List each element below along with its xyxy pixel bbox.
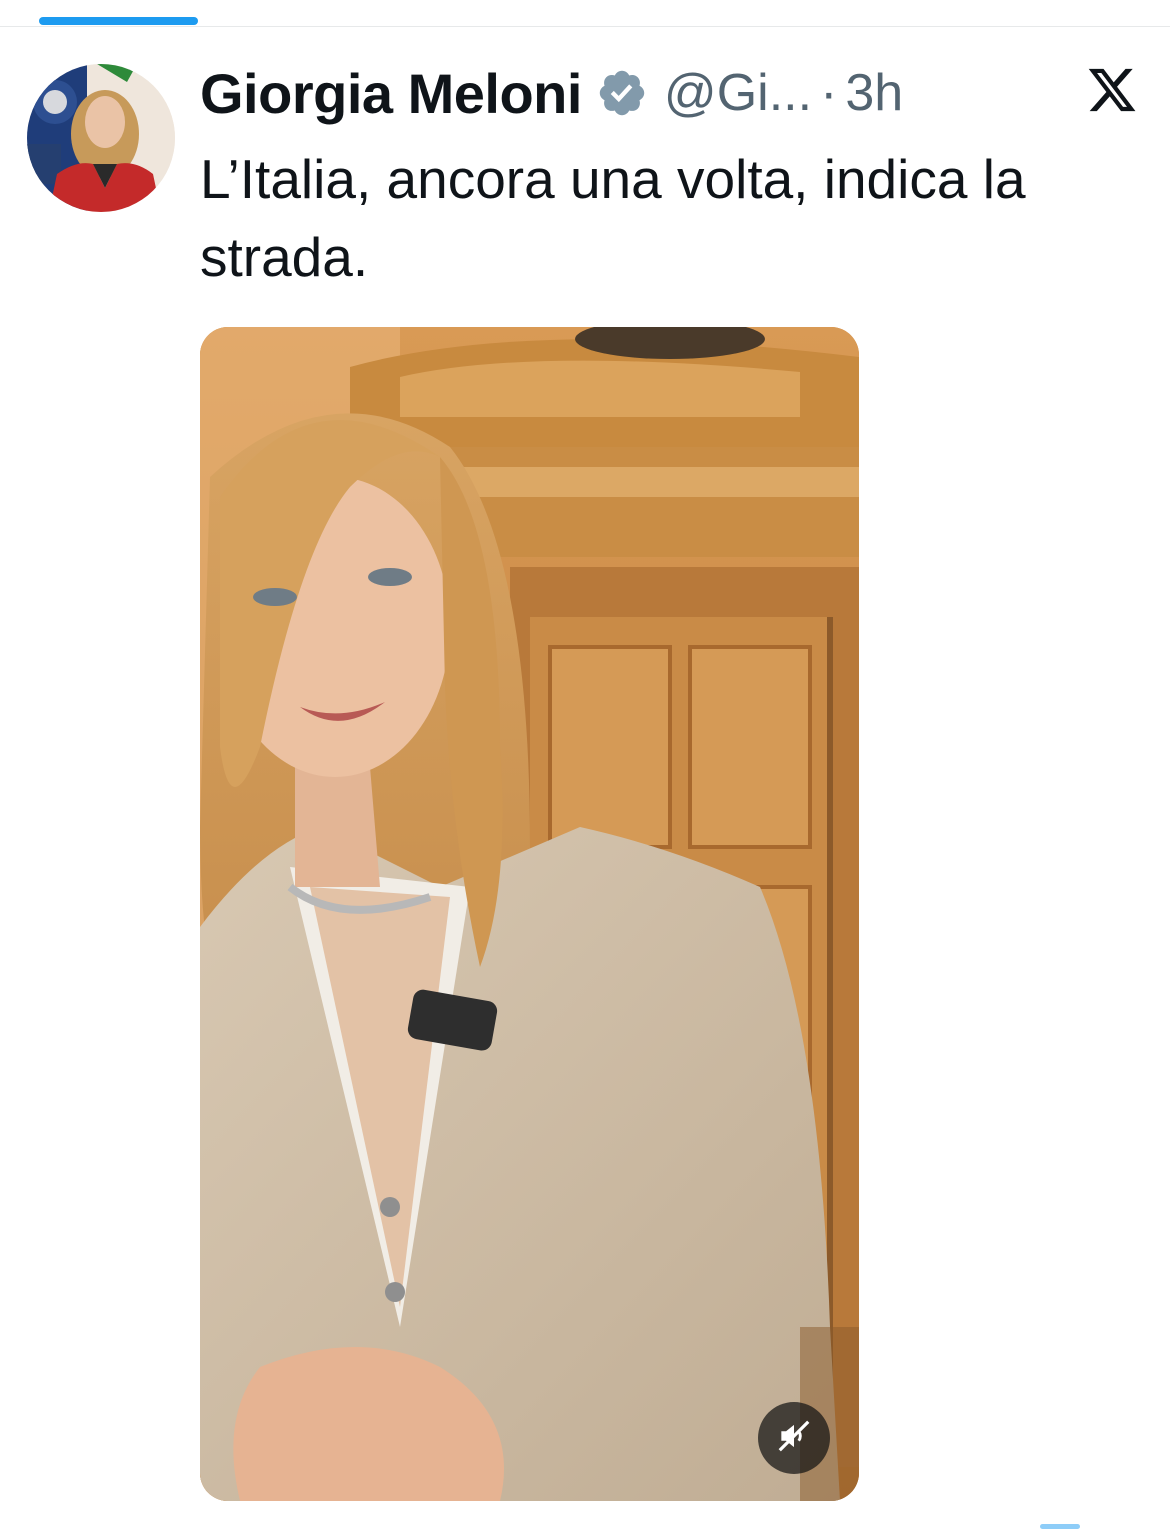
tweet-video[interactable] [200,327,859,1501]
author-display-name[interactable]: Giorgia Meloni [200,61,582,126]
tweet-timestamp[interactable]: 3h [845,63,903,123]
top-divider [0,26,1170,27]
video-frame [200,327,859,1501]
active-tab-indicator [39,17,198,25]
author-handle[interactable]: @Gi... [664,63,812,123]
scroll-hint [1040,1524,1080,1529]
verified-badge-icon [596,67,648,119]
tweet-header: Giorgia Meloni @Gi... · 3h [200,58,903,128]
avatar[interactable] [27,64,175,212]
x-logo-icon [1086,64,1138,116]
tweet-text: L’Italia, ancora una volta, indica la st… [200,148,1026,288]
tweet-screen: Giorgia Meloni @Gi... · 3h L’Italia, anc… [0,0,1170,1529]
header-separator: · [820,64,838,122]
mute-toggle-button[interactable] [758,1402,830,1474]
speaker-muted-icon [775,1417,813,1460]
